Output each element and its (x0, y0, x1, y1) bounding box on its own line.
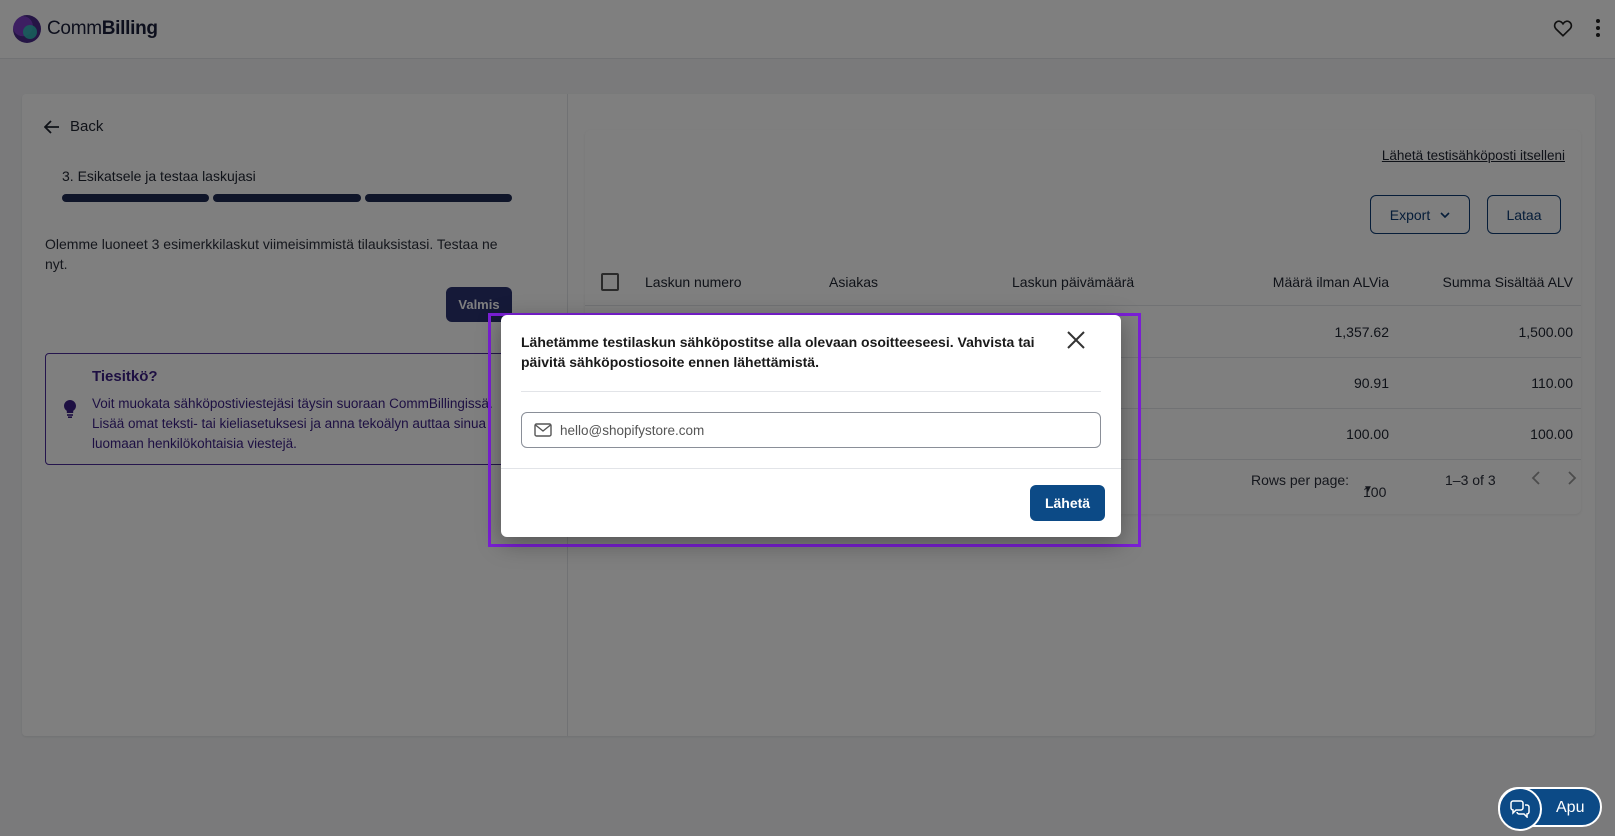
dialog-message: Lähetämme testilaskun sähköpostitse alla… (521, 334, 1035, 370)
chat-bubbles-icon (1498, 787, 1542, 831)
mail-icon (534, 423, 552, 437)
email-input[interactable] (560, 422, 1080, 438)
divider (501, 468, 1121, 469)
divider (521, 391, 1101, 392)
send-button[interactable]: Lähetä (1030, 485, 1105, 521)
test-email-dialog: Lähetämme testilaskun sähköpostitse alla… (501, 315, 1121, 537)
close-icon[interactable] (1064, 329, 1088, 353)
help-label: Apu (1556, 799, 1585, 816)
email-field[interactable] (521, 412, 1101, 448)
help-button[interactable]: Apu (1498, 787, 1602, 831)
